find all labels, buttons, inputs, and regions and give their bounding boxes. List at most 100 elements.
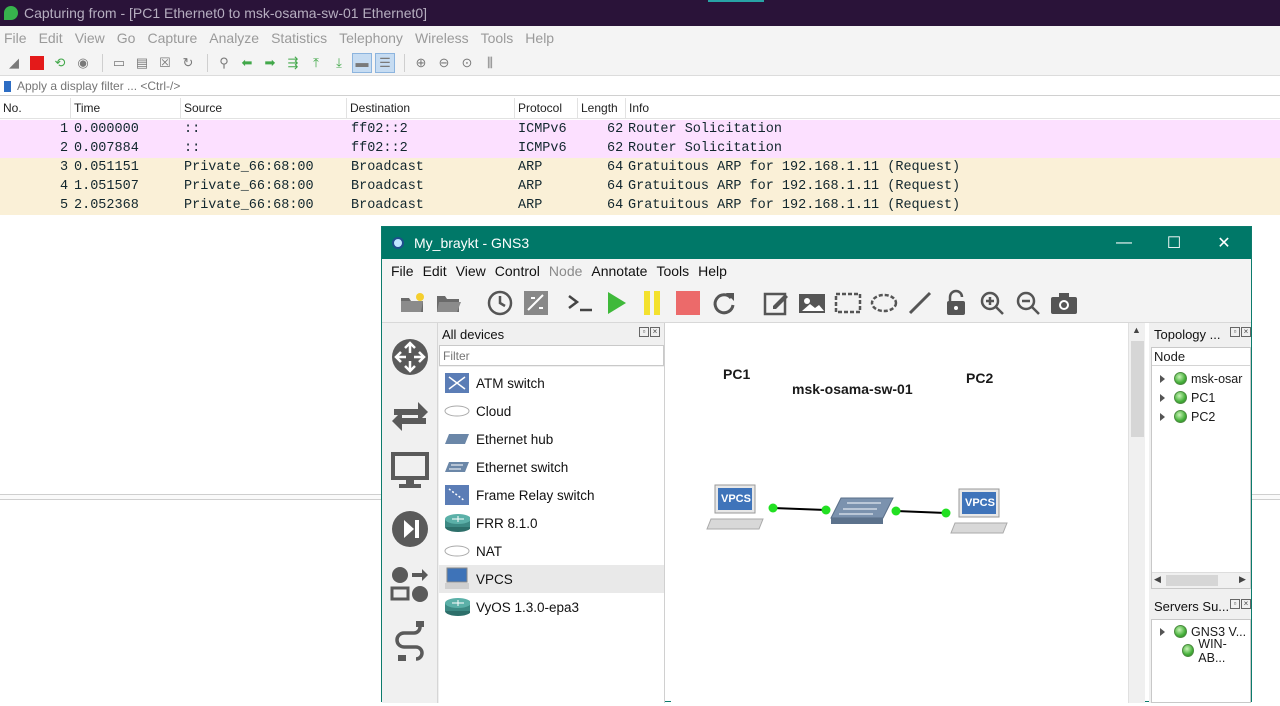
first-packet-icon[interactable]: ⤒ [306,53,326,73]
col-info[interactable]: Info [626,98,1280,119]
ws-menu-wireless[interactable]: Wireless [415,30,469,46]
device-filter-input[interactable] [439,345,664,366]
topology-horizontal-scrollbar[interactable]: ◀ ▶ [1152,572,1250,588]
float-icon[interactable]: ▫ [1230,327,1240,337]
scrollbar-thumb[interactable] [1131,341,1144,437]
ws-menu-edit[interactable]: Edit [39,30,63,46]
ws-menu-analyze[interactable]: Analyze [209,30,259,46]
find-packet-icon[interactable]: ⚲ [214,53,234,73]
device-item-ethernet-hub[interactable]: Ethernet hub [439,425,664,453]
devices-panel-dock-buttons[interactable]: ▫ × [638,327,660,337]
routers-icon[interactable] [388,335,432,379]
device-item-cloud[interactable]: Cloud [439,397,664,425]
gns-menu-help[interactable]: Help [698,263,727,279]
ws-menu-capture[interactable]: Capture [147,30,197,46]
panel-close-icon[interactable]: × [650,327,660,337]
panel-close-icon[interactable]: × [1241,327,1251,337]
topology-canvas[interactable]: PC1 VPCS msk-osama-sw-01 PC2 VPCS [671,323,1128,703]
device-item-frr[interactable]: FRR 8.1.0 [439,509,664,537]
switch-label[interactable]: msk-osama-sw-01 [792,381,913,397]
new-project-icon[interactable] [398,289,426,317]
close-file-icon[interactable]: ☒ [155,53,175,73]
scroll-up-icon[interactable]: ▲ [1132,325,1141,335]
float-icon[interactable]: ▫ [639,327,649,337]
panel-close-icon[interactable]: × [1241,599,1251,609]
scroll-right-icon[interactable]: ▶ [1239,574,1246,585]
pc1-node-icon[interactable] [706,484,764,530]
col-protocol[interactable]: Protocol [515,98,578,119]
start-all-icon[interactable] [602,289,630,317]
float-icon[interactable]: ▫ [1230,599,1240,609]
reload-file-icon[interactable]: ↻ [178,53,198,73]
show-interface-labels-icon[interactable] [522,289,550,317]
zoom-in-icon[interactable]: ⊕ [411,53,431,73]
server-item[interactable]: WIN-AB... [1152,637,1250,665]
ws-menu-view[interactable]: View [75,30,105,46]
packet-row[interactable]: 3 0.051151 Private_66:68:00 Broadcast AR… [0,158,1280,177]
packet-row[interactable]: 1 0.000000 :: ff02::2 ICMPv6 62 Router S… [0,120,1280,139]
gns-menu-file[interactable]: File [391,263,414,279]
col-no[interactable]: No. [0,98,71,119]
pc1-label[interactable]: PC1 [723,366,750,382]
stop-all-icon[interactable] [674,289,702,317]
topology-node-item[interactable]: msk-osar [1152,369,1242,388]
suspend-all-icon[interactable] [638,289,666,317]
reload-all-icon[interactable] [710,289,738,317]
start-capture-icon[interactable]: ◢ [4,53,24,73]
zoom-out-icon[interactable]: ⊖ [434,53,454,73]
snapshot-clock-icon[interactable] [486,289,514,317]
resize-columns-icon[interactable]: ⫼ [480,53,500,73]
col-length[interactable]: Length [578,98,626,119]
topology-node-item[interactable]: PC1 [1152,388,1215,407]
stop-capture-icon[interactable] [30,55,44,70]
servers-panel-dock-buttons[interactable]: ▫ × [1229,599,1251,609]
expand-arrow-icon[interactable] [1160,374,1165,383]
screenshot-camera-icon[interactable] [1050,289,1078,317]
gns-menu-control[interactable]: Control [495,263,540,279]
gns-menu-edit[interactable]: Edit [423,263,447,279]
gns-menu-view[interactable]: View [456,263,486,279]
topology-panel-dock-buttons[interactable]: ▫ × [1229,327,1251,337]
zoom-in-icon[interactable] [978,289,1006,317]
device-item-frame-relay-switch[interactable]: Frame Relay switch [439,481,664,509]
display-filter-input[interactable] [17,79,1117,93]
packet-row[interactable]: 4 1.051507 Private_66:68:00 Broadcast AR… [0,177,1280,196]
gns-menu-annotate[interactable]: Annotate [591,263,647,279]
ws-menu-telephony[interactable]: Telephony [339,30,403,46]
all-devices-icon[interactable] [388,563,432,607]
device-item-atm-switch[interactable]: ATM switch [439,369,664,397]
autoscroll-icon[interactable]: ▬ [352,52,372,73]
ws-menu-statistics[interactable]: Statistics [271,30,327,46]
console-all-icon[interactable] [566,289,594,317]
device-item-vpcs[interactable]: VPCS [439,565,664,593]
zoom-out-icon[interactable] [1014,289,1042,317]
switch-node-icon[interactable] [830,497,894,524]
packet-row[interactable]: 5 2.052368 Private_66:68:00 Broadcast AR… [0,196,1280,215]
switches-icon[interactable] [388,393,432,437]
expand-arrow-icon[interactable] [1160,412,1165,421]
ws-menu-file[interactable]: File [4,30,27,46]
node-column-header[interactable]: Node [1152,348,1250,366]
go-back-icon[interactable]: ⬅ [237,53,257,73]
add-link-cable-icon[interactable] [388,619,432,663]
scrollbar-thumb[interactable] [1166,575,1218,586]
packet-row[interactable]: 2 0.007884 :: ff02::2 ICMPv6 62 Router S… [0,139,1280,158]
colorize-icon[interactable]: ☰ [375,52,395,73]
gns-menu-node[interactable]: Node [549,263,582,279]
topology-node-item[interactable]: PC2 [1152,407,1215,426]
canvas-vertical-scrollbar[interactable]: ▲ [1128,323,1145,703]
minimize-icon[interactable]: — [1099,227,1149,259]
end-devices-icon[interactable] [388,449,432,493]
go-forward-icon[interactable]: ➡ [260,53,280,73]
bookmark-icon[interactable] [4,80,11,92]
last-packet-icon[interactable]: ⤓ [329,53,349,73]
zoom-normal-icon[interactable]: ⊙ [457,53,477,73]
pc2-node-icon[interactable] [950,488,1008,534]
restart-capture-icon[interactable]: ⟲ [50,53,70,73]
insert-picture-icon[interactable] [798,289,826,317]
security-devices-icon[interactable] [388,507,432,551]
go-to-packet-icon[interactable]: ⇶ [283,53,303,73]
col-destination[interactable]: Destination [347,98,515,119]
expand-arrow-icon[interactable] [1160,393,1165,402]
draw-line-icon[interactable] [906,289,934,317]
